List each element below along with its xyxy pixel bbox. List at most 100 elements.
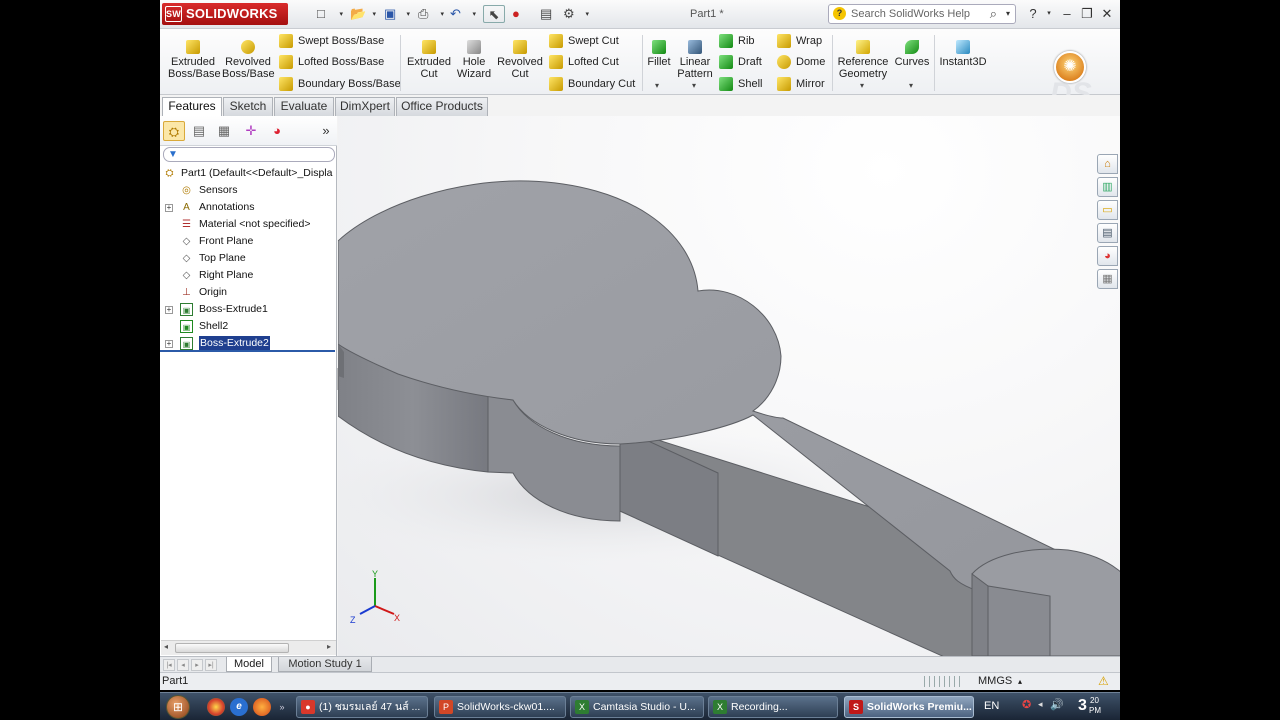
dome-button[interactable]: Dome [776,53,825,71]
appearances-icon[interactable]: ◕ [1097,246,1118,266]
undo-button[interactable]: ↶ ▾ [450,5,478,23]
taskbar-button[interactable]: P SolidWorks-ckw01.... [434,696,566,718]
tree-item[interactable]: ☰ Material <not specified> [160,216,337,233]
solidworks-resources-icon[interactable]: ⌂ [1097,154,1118,174]
tile-horizontal-icon[interactable]: ▥ [1008,116,1024,117]
3d-model[interactable] [338,116,1120,656]
design-library-icon[interactable]: ▥ [1097,177,1118,197]
fillet-dropdown-icon[interactable]: ▾ [655,81,659,90]
revolved-cut-button[interactable]: Revolved Cut [496,37,544,80]
tree-item[interactable]: ◇ Right Plane [160,267,337,284]
draft-button[interactable]: Draft [718,53,762,71]
curves-button[interactable]: Curves [894,37,930,68]
fillet-button[interactable]: Fillet [646,37,672,68]
viewport-close-icon[interactable]: ✕ [1098,116,1114,117]
viewport-restore-icon[interactable]: ❐ [1076,116,1092,117]
scroll-right-icon[interactable]: ▸ [327,642,331,651]
tray-app-icon[interactable]: ✪ [1022,698,1031,711]
extruded-boss-button[interactable]: Extruded Boss/Base [168,37,221,80]
firefox-icon[interactable] [253,698,271,716]
taskbar-button[interactable]: S SolidWorks Premiu... [844,696,974,718]
units-dropdown-icon[interactable]: ▴ [1018,673,1022,690]
expand-node-icon[interactable]: + [165,204,173,212]
revolved-boss-button[interactable]: Revolved Boss/Base [222,37,275,80]
close-button[interactable]: ✕ [1098,5,1116,23]
restore-button[interactable]: ❐ [1078,5,1096,23]
tile-vertical-icon[interactable]: ▤ [1030,116,1046,117]
rollback-bar[interactable] [160,350,335,352]
lofted-cut-button[interactable]: Lofted Cut [548,53,619,71]
tab-evaluate[interactable]: Evaluate [274,97,334,116]
solidworks-emblem-icon[interactable]: ✺ [1054,51,1086,83]
chrome-icon[interactable] [207,698,225,716]
scrollbar-thumb[interactable] [175,643,289,653]
internet-explorer-icon[interactable]: e [230,698,248,716]
rebuild-button[interactable]: ● [512,5,540,23]
swept-cut-button[interactable]: Swept Cut [548,32,619,50]
solidworks-menu-button[interactable]: SW SOLIDWORKS [162,3,288,25]
more-quicklaunch-icon[interactable]: » [276,698,288,716]
unit-system[interactable]: MMGS [978,673,1012,690]
custom-properties-icon[interactable]: ▦ [1097,269,1118,289]
boundary-cut-button[interactable]: Boundary Cut [548,75,635,93]
rebuild-warning-icon[interactable]: ⚠ [1098,673,1109,690]
clock-hour[interactable]: 3 [1078,697,1087,715]
shell-button[interactable]: Shell [718,75,762,93]
tree-item[interactable]: ◇ Top Plane [160,250,337,267]
view-palette-icon[interactable]: ▤ [1097,223,1118,243]
tree-item[interactable]: + A Annotations [160,199,337,216]
viewport-minimize-icon[interactable]: – [1054,116,1070,117]
volume-icon[interactable]: 🔊 [1050,698,1064,711]
display-manager-tab-icon[interactable]: ◕ [266,121,288,141]
propertymanager-tab-icon[interactable]: ▤ [188,121,210,141]
file-explorer-icon[interactable]: ▭ [1097,200,1118,220]
chevron-down-icon[interactable]: ▾ [1006,5,1010,23]
curves-dropdown-icon[interactable]: ▾ [909,81,913,90]
help-dropdown-icon[interactable]: ▾ [1040,5,1058,23]
wrap-button[interactable]: Wrap [776,32,822,50]
new-document-button[interactable]: □ ▾ [317,5,345,23]
tree-root-part[interactable]: ⛭ Part1 (Default<<Default>_Displa [160,165,337,182]
reference-geometry-button[interactable]: Reference Geometry [836,37,890,80]
dimxpert-tab-icon[interactable]: ✛ [240,121,262,141]
minimize-button[interactable]: – [1058,5,1076,23]
instant3d-button[interactable]: Instant3D [938,37,988,68]
tree-item[interactable]: ◇ Front Plane [160,233,337,250]
tree-item[interactable]: ⊥ Origin [160,284,337,301]
select-button[interactable]: ⬉ [483,5,505,23]
search-icon[interactable]: ⌕ [990,5,997,23]
configurationmanager-tab-icon[interactable]: ▦ [213,121,235,141]
expand-tabs-icon[interactable]: » [315,121,337,141]
taskbar-button[interactable]: ● (1) ชมรมเลย์ 47 นส์ ... [296,696,428,718]
featuremanager-tab-icon[interactable]: ⛭ [163,121,185,141]
expand-node-icon[interactable]: + [165,340,173,348]
tab-model[interactable]: Model [226,657,272,672]
language-indicator[interactable]: EN [984,700,999,712]
extruded-cut-button[interactable]: Extruded Cut [406,37,452,80]
graphics-area[interactable]: ⌕ ⌕ ↺ ▧ ◫ ◉ 👁 ◕ ◒ ▣ ▥ ▤ – ❐ ✕ [338,116,1120,656]
pattern-dropdown-icon[interactable]: ▾ [692,81,696,90]
help-search-input[interactable]: ? Search SolidWorks Help ⌕ ▾ [828,4,1016,24]
print-button[interactable]: ⎙ ▾ [418,5,446,23]
tree-filter-input[interactable]: ▼ [163,147,335,162]
expand-node-icon[interactable]: + [165,306,173,314]
show-hidden-icons-icon[interactable]: ◂ [1038,699,1043,710]
tab-sketch[interactable]: Sketch [223,97,273,116]
tree-item[interactable]: + ▣ Boss-Extrude1 [160,301,337,318]
tab-office-products[interactable]: Office Products [396,97,488,116]
hole-wizard-button[interactable]: Hole Wizard [454,37,494,80]
reference-geometry-dropdown-icon[interactable]: ▾ [860,81,864,90]
horizontal-scrollbar[interactable]: ◂ ▸ [161,640,336,655]
tree-item[interactable]: ▣ Shell2 [160,318,337,335]
tab-motion-study[interactable]: Motion Study 1 [278,657,372,672]
last-tab-icon[interactable]: ▸| [205,659,217,671]
linear-pattern-button[interactable]: Linear Pattern [674,37,716,80]
tree-item[interactable]: ◎ Sensors [160,182,337,199]
prev-tab-icon[interactable]: ◂ [177,659,189,671]
lofted-boss-button[interactable]: Lofted Boss/Base [278,53,384,71]
rib-button[interactable]: Rib [718,32,755,50]
taskbar-button[interactable]: X Recording... [708,696,838,718]
tab-dimxpert[interactable]: DimXpert [335,97,395,116]
open-button[interactable]: 📂 ▾ [350,5,378,23]
tab-features[interactable]: Features [162,97,222,117]
